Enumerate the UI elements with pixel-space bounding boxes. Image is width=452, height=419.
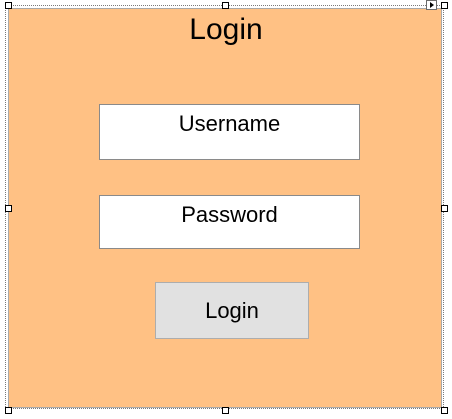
page-title: Login xyxy=(189,13,263,46)
username-field[interactable]: Username xyxy=(99,104,360,160)
smart-tag-arrow-icon[interactable] xyxy=(426,0,437,10)
password-field[interactable]: Password xyxy=(99,195,360,249)
resize-handle-left-icon[interactable] xyxy=(5,205,12,212)
login-button[interactable]: Login xyxy=(155,282,309,339)
resize-handle-top-right-icon[interactable] xyxy=(441,2,448,9)
resize-handle-top-left-icon[interactable] xyxy=(5,2,12,9)
resize-handle-top-icon[interactable] xyxy=(222,2,229,9)
form-designer-surface: Login Username Password Login xyxy=(0,0,452,419)
resize-handle-right-icon[interactable] xyxy=(441,205,448,212)
resize-handle-bottom-icon[interactable] xyxy=(222,407,229,414)
resize-handle-bottom-right-icon[interactable] xyxy=(441,407,448,414)
resize-handle-bottom-left-icon[interactable] xyxy=(5,407,12,414)
